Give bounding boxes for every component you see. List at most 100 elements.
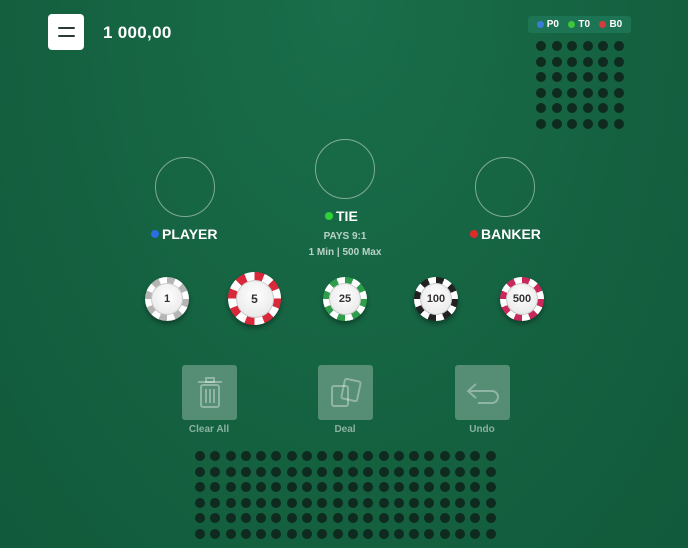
roadmap-cell bbox=[470, 528, 481, 539]
roadmap-cell bbox=[363, 466, 374, 477]
roadmap-cell bbox=[485, 497, 496, 508]
result-counter: P0 T0 B0 bbox=[528, 16, 631, 33]
roadmap-cell bbox=[551, 56, 562, 67]
roadmap-cell bbox=[455, 451, 466, 461]
roadmap-cell bbox=[536, 41, 546, 51]
roadmap-cell bbox=[567, 87, 578, 98]
roadmap-cell bbox=[195, 482, 205, 492]
roadmap-cell bbox=[485, 482, 496, 492]
roadmap-cell bbox=[225, 451, 236, 461]
cards-icon bbox=[330, 377, 362, 407]
roadmap-cell bbox=[317, 482, 328, 492]
roadmap-cell bbox=[286, 513, 297, 523]
roadmap-cell bbox=[286, 466, 297, 477]
player-color-icon bbox=[151, 230, 159, 238]
deal-button[interactable] bbox=[318, 365, 373, 420]
roadmap-cell bbox=[271, 528, 282, 539]
roadmap-cell bbox=[210, 528, 221, 539]
banker-label: BANKER bbox=[470, 226, 541, 242]
roadmap-cell bbox=[393, 528, 404, 539]
roadmap-cell bbox=[378, 497, 389, 508]
roadmap-cell bbox=[271, 451, 282, 461]
chip-1-value: 1 bbox=[151, 283, 183, 315]
roadmap-cell bbox=[536, 103, 546, 113]
roadmap-cell bbox=[378, 513, 389, 523]
roadmap-cell bbox=[536, 72, 546, 82]
roadmap-cell bbox=[551, 41, 562, 51]
roadmap-cell bbox=[332, 497, 343, 508]
roadmap-cell bbox=[613, 56, 624, 67]
roadmap-cell bbox=[363, 482, 374, 492]
roadmap-cell bbox=[598, 72, 609, 82]
chip-500[interactable]: 500 bbox=[500, 277, 544, 321]
roadmap-cell bbox=[332, 513, 343, 523]
roadmap-cell bbox=[409, 466, 420, 477]
roadmap-cell bbox=[439, 528, 450, 539]
roadmap-cell bbox=[598, 56, 609, 67]
roadmap-cell bbox=[317, 451, 328, 461]
roadmap-cell bbox=[567, 72, 578, 82]
clear-all-label: Clear All bbox=[188, 424, 230, 435]
roadmap-cell bbox=[455, 482, 466, 492]
menu-button[interactable] bbox=[48, 14, 84, 50]
roadmap-cell bbox=[286, 482, 297, 492]
roadmap-cell bbox=[332, 528, 343, 539]
counter-banker-label: B0 bbox=[609, 19, 623, 30]
bet-spot-player[interactable] bbox=[155, 157, 215, 217]
roadmap-cell bbox=[240, 482, 251, 492]
roadmap-cell bbox=[582, 118, 593, 129]
roadmap-cell bbox=[347, 482, 358, 492]
roadmap-cell bbox=[225, 466, 236, 477]
chip-100[interactable]: 100 bbox=[414, 277, 458, 321]
tie-limits: 1 Min | 500 Max bbox=[308, 247, 382, 258]
roadmap-cell bbox=[393, 497, 404, 508]
counter-tie-label: T0 bbox=[578, 19, 591, 30]
roadmap-cell bbox=[536, 56, 546, 67]
roadmap-cell bbox=[195, 528, 205, 539]
undo-label: Undo bbox=[469, 424, 495, 435]
roadmap-cell bbox=[225, 528, 236, 539]
tie-text: TIE bbox=[336, 208, 358, 224]
roadmap-cell bbox=[240, 513, 251, 523]
clear-all-button[interactable] bbox=[182, 365, 237, 420]
roadmap-cell bbox=[567, 103, 578, 113]
player-text: PLAYER bbox=[162, 226, 218, 242]
roadmap-cell bbox=[393, 466, 404, 477]
roadmap-cell bbox=[195, 513, 205, 523]
trash-icon bbox=[197, 376, 222, 408]
roadmap-cell bbox=[210, 497, 221, 508]
roadmap-cell bbox=[225, 497, 236, 508]
tie-label: TIE bbox=[325, 208, 358, 224]
bet-spot-banker[interactable] bbox=[475, 157, 535, 217]
roadmap-cell bbox=[393, 482, 404, 492]
roadmap-cell bbox=[567, 41, 578, 51]
roadmap-cell bbox=[195, 451, 205, 461]
roadmap-cell bbox=[536, 118, 546, 129]
tie-payout: PAYS 9:1 bbox=[323, 231, 367, 242]
roadmap-cell bbox=[210, 482, 221, 492]
roadmap-cell bbox=[286, 497, 297, 508]
chip-5[interactable]: 5 bbox=[228, 272, 281, 325]
roadmap-cell bbox=[551, 103, 562, 113]
tie-color-icon bbox=[325, 212, 333, 220]
chip-25[interactable]: 25 bbox=[323, 277, 367, 321]
roadmap-cell bbox=[225, 513, 236, 523]
roadmap-cell bbox=[195, 497, 205, 508]
roadmap-cell bbox=[470, 513, 481, 523]
banker-color-icon bbox=[470, 230, 478, 238]
bet-spot-tie[interactable] bbox=[315, 139, 375, 199]
roadmap-cell bbox=[470, 451, 481, 461]
roadmap-cell bbox=[470, 497, 481, 508]
chip-1[interactable]: 1 bbox=[145, 277, 189, 321]
roadmap-cell bbox=[347, 451, 358, 461]
roadmap-cell bbox=[317, 528, 328, 539]
roadmap-cell bbox=[424, 482, 435, 492]
roadmap-cell bbox=[347, 497, 358, 508]
undo-button[interactable] bbox=[455, 365, 510, 420]
roadmap-cell bbox=[271, 482, 282, 492]
player-label: PLAYER bbox=[151, 226, 218, 242]
roadmap-cell bbox=[256, 497, 267, 508]
roadmap-cell bbox=[409, 497, 420, 508]
roadmap-cell bbox=[424, 497, 435, 508]
chip-500-value: 500 bbox=[506, 283, 538, 315]
